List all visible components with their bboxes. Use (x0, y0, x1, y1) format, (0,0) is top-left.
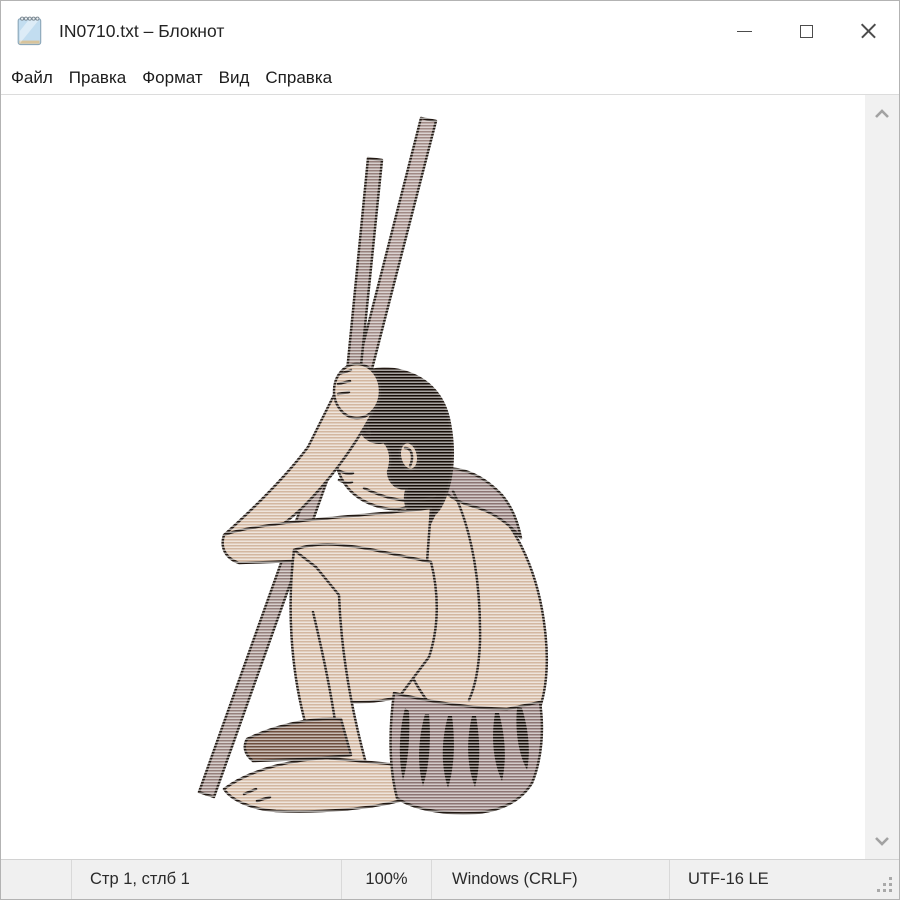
notepad-content-illustration (1, 95, 861, 859)
menu-view[interactable]: Вид (211, 65, 258, 91)
menu-file[interactable]: Файл (11, 65, 61, 91)
maximize-icon (800, 25, 813, 38)
scroll-up-button[interactable] (865, 95, 899, 133)
resize-grip-icon[interactable] (876, 876, 892, 892)
titlebar[interactable]: IN0710.txt – Блокнот (1, 1, 899, 61)
minimize-icon (737, 31, 752, 32)
menu-help[interactable]: Справка (257, 65, 340, 91)
menubar: Файл Правка Формат Вид Справка (1, 61, 899, 94)
status-cursor-position: Стр 1, стлб 1 (71, 860, 341, 899)
menu-edit[interactable]: Правка (61, 65, 134, 91)
close-button[interactable] (837, 1, 899, 61)
chevron-up-icon (874, 109, 890, 119)
minimize-button[interactable] (713, 1, 775, 61)
notepad-window: IN0710.txt – Блокнот Файл Правка Формат … (0, 0, 900, 900)
menu-format[interactable]: Формат (134, 65, 210, 91)
status-line-ending: Windows (CRLF) (431, 860, 669, 899)
maximize-button[interactable] (775, 1, 837, 61)
status-encoding: UTF-16 LE (669, 860, 899, 899)
scroll-down-button[interactable] (865, 822, 899, 859)
window-title: IN0710.txt – Блокнот (59, 21, 224, 42)
window-controls (713, 1, 899, 61)
status-zoom-level: 100% (341, 860, 431, 899)
text-area[interactable] (1, 94, 899, 859)
notepad-icon (11, 12, 49, 50)
status-empty-cell (1, 860, 71, 899)
chevron-down-icon (874, 836, 890, 846)
statusbar: Стр 1, стлб 1 100% Windows (CRLF) UTF-16… (1, 859, 899, 899)
vertical-scrollbar[interactable] (865, 95, 899, 859)
close-icon (860, 23, 877, 40)
